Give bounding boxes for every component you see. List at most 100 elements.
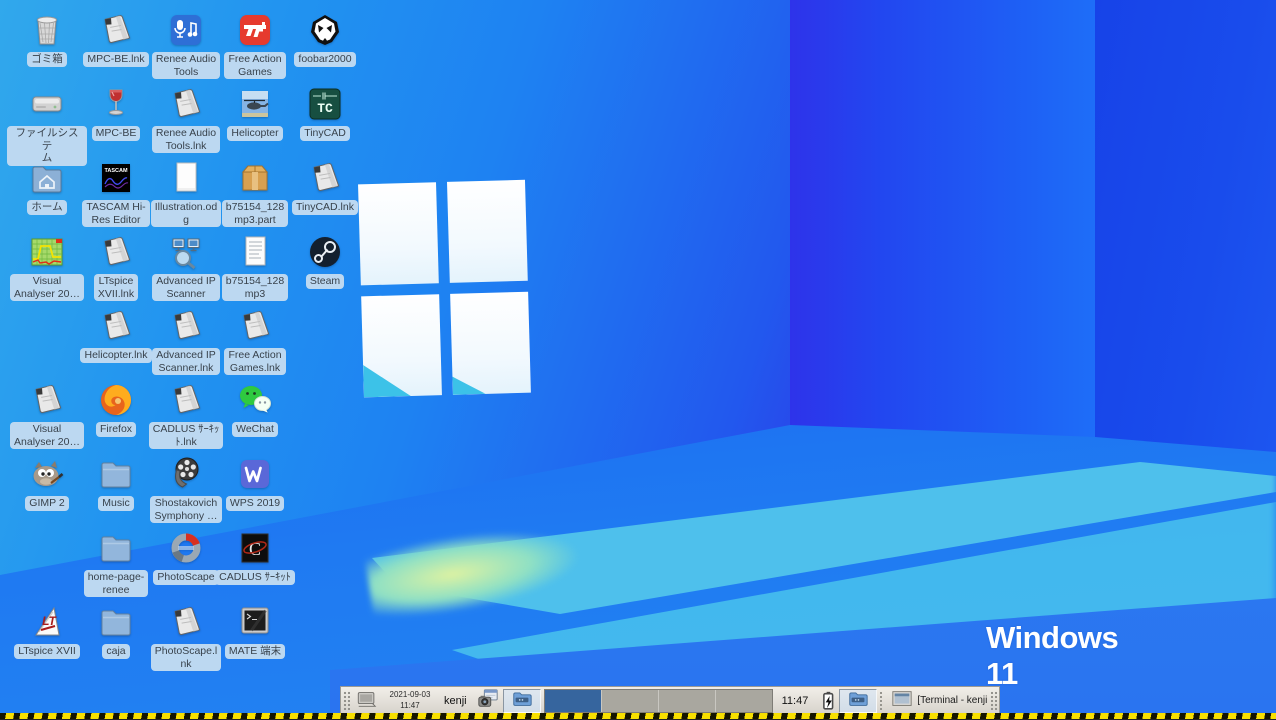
trash-icon [27,10,67,50]
shortcut-icon [166,380,206,420]
desktop-icon-label: Steam [306,274,344,289]
gimp-icon [27,454,67,494]
desktop-icon[interactable]: MATE 端末 [215,602,295,659]
workspace-2[interactable] [601,690,658,712]
desktop-icon-label: Renee Audio Tools [152,52,220,79]
svg-text:LT: LT [42,614,57,628]
panel-drag-handle-2[interactable] [990,691,997,711]
clock-date-applet[interactable]: 2021-09-03 11:47 [382,690,438,711]
desktop-icon[interactable]: ホーム [7,158,87,215]
desktop-icon-label: Free Action Games.lnk [224,348,285,375]
file-manager-button-2[interactable] [839,689,877,713]
desktop-icon[interactable]: MPC-BE.lnk [76,10,156,67]
action-games-icon [235,10,275,50]
window-list-separator [880,692,888,710]
firefox-icon [96,380,136,420]
shortcut-icon [96,232,136,272]
wps-icon [235,454,275,494]
desktop-icon[interactable]: Advanced IP Scanner [146,232,226,301]
workspace-4[interactable] [715,690,772,712]
selection-marquee [0,713,1276,720]
desktop-icon[interactable]: Firefox [76,380,156,437]
desktop-icon[interactable]: Visual Analyser 20… [7,380,87,449]
desktop-icon-label: Visual Analyser 20… [10,274,84,301]
show-desktop-button[interactable] [352,689,382,713]
screenshot-tool-icon [477,688,499,713]
terminal-window-label: [Terminal - kenji@2A3s… [917,695,988,706]
desktop-icon[interactable]: Renee Audio Tools.lnk [146,84,226,153]
desktop-icon-label: LTspice XVII.lnk [94,274,138,301]
desktop-icon[interactable]: Steam [285,232,365,289]
desktop-icon[interactable]: MPC-BE [76,84,156,141]
shortcut-icon [235,306,275,346]
foobar2000-icon [305,10,345,50]
desktop-icon-label: MPC-BE [92,126,141,141]
desktop-icon[interactable]: home-page- renee [76,528,156,597]
desktop-icon-label: Renee Audio Tools.lnk [152,126,220,153]
desktop-icon[interactable]: ゴミ箱 [7,10,87,67]
desktop-icon[interactable]: WeChat [215,380,295,437]
desktop-icon[interactable]: PhotoScape.l nk [146,602,226,671]
desktop-icon[interactable]: Music [76,454,156,511]
workspace-3[interactable] [658,690,715,712]
clock[interactable]: 11:47 [773,695,818,707]
desktop-icon[interactable]: CADLUS ｻｰｷｯ ﾄ.lnk [146,380,226,449]
desktop-icon-label: TinyCAD [300,126,350,141]
desktop-icon-label: Helicopter.lnk [80,348,151,363]
desktop-icon[interactable]: foobar2000 [285,10,365,67]
desktop-icon[interactable]: TASCAMTASCAM Hi- Res Editor [76,158,156,227]
show-desktop-icon [356,688,378,713]
desktop-icon[interactable]: Advanced IP Scanner.lnk [146,306,226,375]
panel-drag-handle[interactable] [343,691,350,711]
cadlus-icon: C [235,528,275,568]
workspace-switcher [544,689,773,713]
folder-icon [847,688,869,713]
desktop-icon[interactable]: Visual Analyser 20… [7,232,87,301]
desktop-icon[interactable]: Free Action Games.lnk [215,306,295,375]
film-icon [166,454,206,494]
screen: Windows 11 ゴミ箱MPC-BE.lnkRenee Audio Tool… [0,0,1276,720]
workspace-1[interactable] [545,690,601,712]
ip-scanner-icon [166,232,206,272]
shortcut-icon [166,84,206,124]
desktop-icon[interactable]: PhotoScape [146,528,226,585]
desktop-icon-label: Visual Analyser 20… [10,422,84,449]
folder-icon [511,688,533,713]
shortcut-icon [305,158,345,198]
desktop-icon[interactable]: TC TinyCAD [285,84,365,141]
desktop-icon[interactable]: Renee Audio Tools [146,10,226,79]
desktop-icon[interactable]: WPS 2019 [215,454,295,511]
desktop-icon-label: Illustration.od g [151,200,221,227]
screenshot-tool-button[interactable] [473,689,503,713]
window-list-terminal-button[interactable]: [Terminal - kenji@2A3s… [891,689,988,713]
desktop-icon-label: caja [102,644,129,659]
desktop-icon[interactable]: ファイルシステ ム [7,84,87,166]
desktop-icon[interactable]: caja [76,602,156,659]
desktop-icon-label: CADLUS ｻｰｷｯ ﾄ.lnk [149,422,224,449]
desktop-icon[interactable]: b75154_128 mp3.part [215,158,295,227]
desktop-icon-label: PhotoScape [153,570,218,585]
desktop-icon-label: Music [98,496,133,511]
desktop-icon[interactable]: Helicopter.lnk [76,306,156,363]
battery-icon[interactable] [817,689,839,713]
file-manager-button[interactable] [503,689,541,713]
tinycad-icon: TC [305,84,345,124]
shortcut-icon [166,602,206,642]
folder-icon [96,602,136,642]
desktop-icon-label: b75154_128 mp3 [222,274,288,301]
desktop-icon[interactable]: TinyCAD.lnk [285,158,365,215]
desktop[interactable]: ゴミ箱MPC-BE.lnkRenee Audio ToolsFree Actio… [0,0,1276,720]
desktop-icon-label: MATE 端末 [225,644,285,659]
desktop-icon[interactable]: Free Action Games [215,10,295,79]
desktop-icon[interactable]: CCADLUS ｻｰｷｯﾄ [215,528,295,585]
desktop-icon[interactable]: LTLTspice XVII [7,602,87,659]
desktop-icon[interactable]: Shostakovich Symphony … [146,454,226,523]
desktop-icon[interactable]: b75154_128 mp3 [215,232,295,301]
desktop-icon-label: TinyCAD.lnk [292,200,358,215]
document-icon [166,158,206,198]
desktop-icon[interactable]: Helicopter [215,84,295,141]
desktop-icon-label: WPS 2019 [226,496,284,511]
desktop-icon[interactable]: Illustration.od g [146,158,226,227]
desktop-icon[interactable]: LTspice XVII.lnk [76,232,156,301]
desktop-icon[interactable]: GIMP 2 [7,454,87,511]
